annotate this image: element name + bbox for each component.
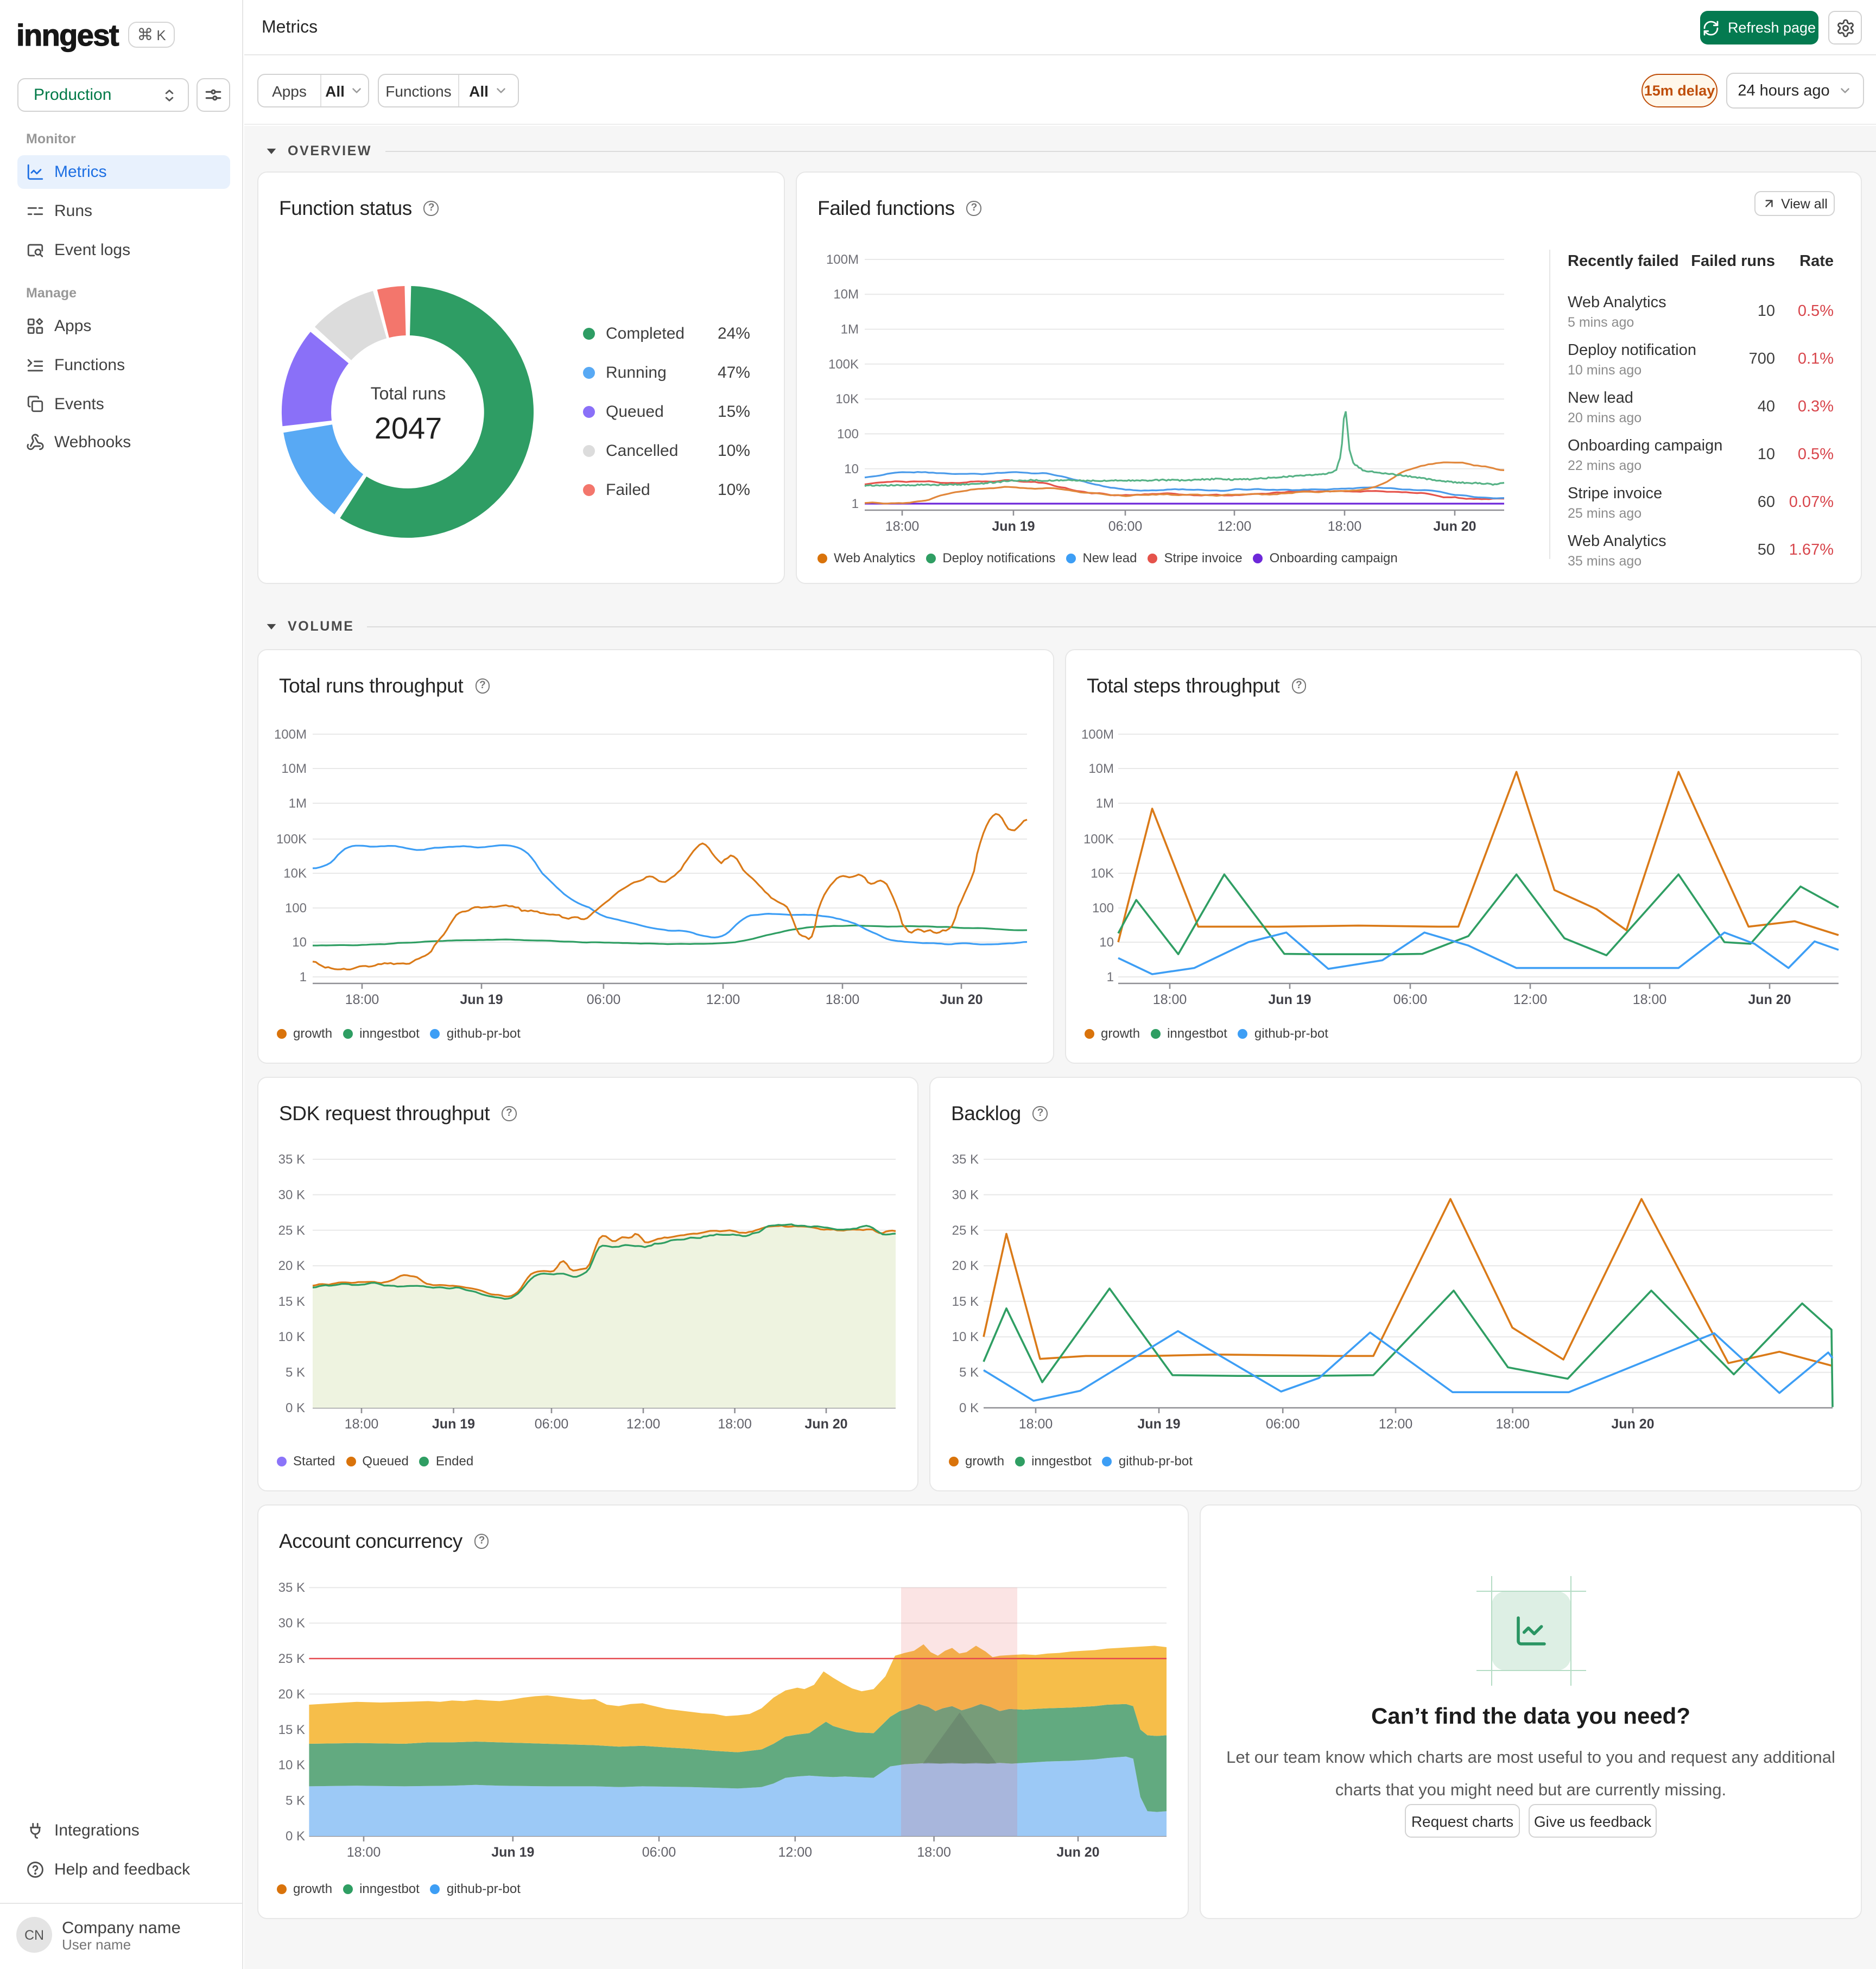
svg-text:06:00: 06:00: [535, 1417, 569, 1432]
svg-text:10M: 10M: [833, 287, 859, 302]
svg-text:20 K: 20 K: [278, 1259, 305, 1273]
svg-text:18:00: 18:00: [1633, 992, 1667, 1007]
svg-text:30 K: 30 K: [278, 1187, 305, 1202]
svg-text:Jun 19: Jun 19: [432, 1417, 475, 1432]
svg-text:18:00: 18:00: [1019, 1417, 1053, 1432]
svg-text:100: 100: [837, 427, 859, 441]
svg-text:18:00: 18:00: [917, 1845, 951, 1860]
svg-text:18:00: 18:00: [885, 519, 920, 534]
svg-text:06:00: 06:00: [587, 992, 621, 1007]
svg-text:100: 100: [1092, 901, 1114, 916]
svg-text:25 K: 25 K: [278, 1223, 305, 1238]
svg-text:100K: 100K: [1083, 832, 1114, 847]
svg-text:06:00: 06:00: [1266, 1417, 1300, 1432]
svg-text:10: 10: [1099, 935, 1114, 950]
svg-text:1M: 1M: [841, 322, 859, 337]
svg-text:Jun 20: Jun 20: [940, 992, 983, 1007]
svg-text:18:00: 18:00: [1328, 519, 1362, 534]
svg-text:12:00: 12:00: [778, 1845, 813, 1860]
svg-text:0 K: 0 K: [286, 1401, 305, 1415]
svg-text:25 K: 25 K: [278, 1652, 305, 1666]
svg-text:18:00: 18:00: [345, 992, 379, 1007]
svg-text:100: 100: [285, 901, 307, 916]
svg-text:Jun 20: Jun 20: [1433, 519, 1476, 534]
svg-text:Jun 19: Jun 19: [1137, 1417, 1180, 1432]
svg-text:100M: 100M: [826, 252, 859, 267]
svg-text:10: 10: [292, 935, 307, 950]
svg-text:12:00: 12:00: [1379, 1417, 1413, 1432]
svg-text:100K: 100K: [276, 832, 307, 847]
svg-text:06:00: 06:00: [1393, 992, 1428, 1007]
svg-text:15 K: 15 K: [952, 1294, 979, 1309]
svg-text:100M: 100M: [274, 727, 307, 742]
svg-text:10: 10: [844, 462, 859, 477]
svg-text:25 K: 25 K: [952, 1223, 979, 1238]
svg-text:18:00: 18:00: [1495, 1417, 1530, 1432]
svg-text:100K: 100K: [828, 357, 859, 372]
svg-text:30 K: 30 K: [952, 1187, 979, 1202]
svg-text:12:00: 12:00: [1218, 519, 1252, 534]
svg-text:5 K: 5 K: [959, 1365, 979, 1380]
svg-text:5 K: 5 K: [286, 1794, 305, 1808]
svg-text:Jun 20: Jun 20: [1748, 992, 1791, 1007]
svg-text:Jun 20: Jun 20: [1611, 1417, 1654, 1432]
svg-text:100M: 100M: [1081, 727, 1114, 742]
svg-text:Jun 19: Jun 19: [992, 519, 1035, 534]
svg-text:10K: 10K: [283, 866, 307, 881]
svg-text:35 K: 35 K: [952, 1152, 979, 1167]
svg-text:1: 1: [300, 970, 307, 984]
svg-text:5 K: 5 K: [286, 1365, 305, 1380]
svg-text:1: 1: [852, 497, 859, 511]
svg-text:Jun 19: Jun 19: [460, 992, 503, 1007]
svg-text:18:00: 18:00: [345, 1417, 379, 1432]
svg-text:10K: 10K: [835, 392, 859, 406]
svg-text:1M: 1M: [1096, 796, 1114, 811]
svg-text:30 K: 30 K: [278, 1616, 305, 1631]
svg-text:Jun 20: Jun 20: [1056, 1845, 1099, 1860]
svg-text:1: 1: [1107, 970, 1114, 984]
svg-text:Jun 19: Jun 19: [1268, 992, 1311, 1007]
svg-text:10M: 10M: [1088, 761, 1114, 776]
svg-text:35 K: 35 K: [278, 1580, 305, 1595]
svg-text:0 K: 0 K: [959, 1401, 979, 1415]
svg-text:18:00: 18:00: [826, 992, 860, 1007]
svg-text:20 K: 20 K: [952, 1259, 979, 1273]
svg-text:Jun 19: Jun 19: [491, 1845, 534, 1860]
svg-text:18:00: 18:00: [347, 1845, 381, 1860]
svg-text:15 K: 15 K: [278, 1723, 305, 1737]
svg-text:18:00: 18:00: [718, 1417, 752, 1432]
svg-text:20 K: 20 K: [278, 1687, 305, 1701]
svg-text:10K: 10K: [1091, 866, 1114, 881]
svg-text:0 K: 0 K: [286, 1829, 305, 1844]
svg-text:18:00: 18:00: [1153, 992, 1187, 1007]
svg-text:10 K: 10 K: [278, 1758, 305, 1773]
svg-text:12:00: 12:00: [626, 1417, 661, 1432]
svg-text:1M: 1M: [289, 796, 307, 811]
svg-text:06:00: 06:00: [1108, 519, 1143, 534]
svg-text:10M: 10M: [281, 761, 307, 776]
svg-text:10 K: 10 K: [278, 1330, 305, 1344]
svg-text:Jun 20: Jun 20: [804, 1417, 847, 1432]
svg-text:12:00: 12:00: [1513, 992, 1548, 1007]
svg-text:10 K: 10 K: [952, 1330, 979, 1344]
svg-text:06:00: 06:00: [642, 1845, 676, 1860]
svg-text:35 K: 35 K: [278, 1152, 305, 1167]
svg-text:15 K: 15 K: [278, 1294, 305, 1309]
svg-text:12:00: 12:00: [706, 992, 740, 1007]
